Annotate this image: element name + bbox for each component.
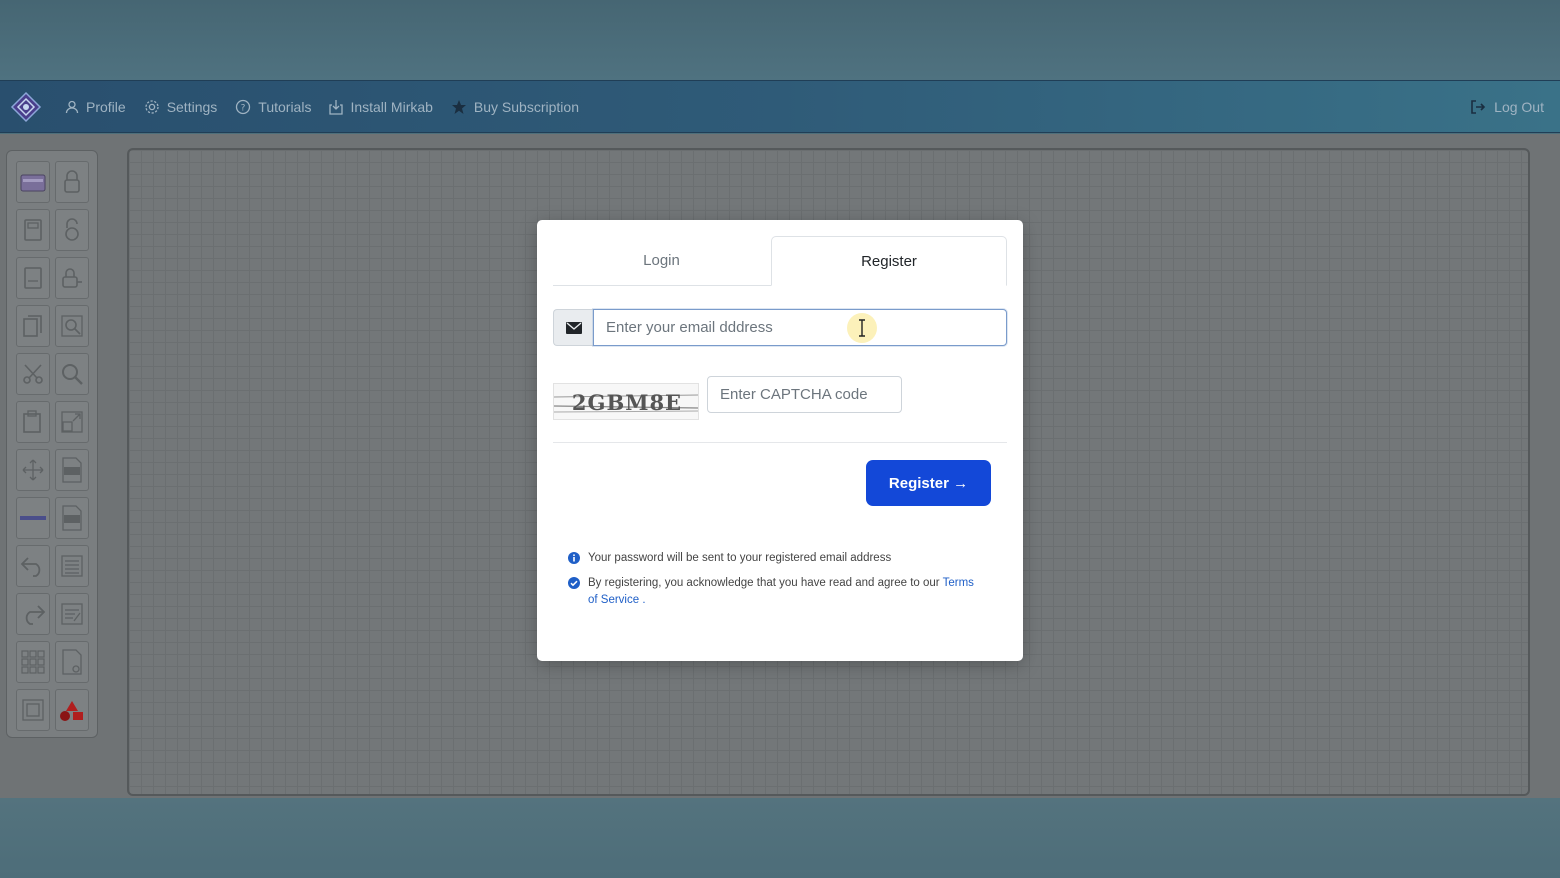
undo-icon bbox=[20, 557, 41, 577]
captcha-text: 2GBM8E bbox=[571, 390, 683, 415]
email-input-group bbox=[553, 309, 1007, 346]
tool-zoom[interactable] bbox=[55, 353, 89, 395]
question-circle-icon: ? bbox=[236, 99, 251, 114]
tool-resize[interactable] bbox=[55, 401, 89, 443]
nav-settings[interactable]: Settings bbox=[144, 98, 218, 115]
copy-icon bbox=[23, 315, 42, 337]
nav-profile[interactable]: Profile bbox=[65, 99, 126, 115]
nav-install[interactable]: Install Mirkab bbox=[329, 98, 433, 115]
logout-icon bbox=[1471, 99, 1486, 114]
redo-icon bbox=[25, 605, 46, 625]
tool-unlock[interactable] bbox=[55, 209, 89, 251]
auth-tabs: Login Register bbox=[553, 236, 1007, 286]
captcha-image: 2GBM8E bbox=[553, 383, 699, 420]
tool-document-settings[interactable] bbox=[55, 641, 89, 683]
terms-prefix: By registering, you acknowledge that you… bbox=[588, 577, 943, 589]
top-navbar: Profile Settings ? Tutorials Install Mir… bbox=[0, 80, 1560, 133]
line-icon bbox=[20, 516, 46, 520]
magnifier-icon bbox=[62, 364, 83, 385]
nav-buy-subscription[interactable]: Buy Subscription bbox=[451, 99, 579, 115]
tool-export-png[interactable] bbox=[55, 497, 89, 539]
document-gear-icon bbox=[62, 649, 82, 675]
lock-arrow-icon bbox=[62, 268, 82, 288]
tool-edit-text[interactable] bbox=[55, 593, 89, 635]
text-cursor-icon bbox=[859, 319, 865, 337]
svg-text:?: ? bbox=[241, 103, 246, 113]
resize-icon bbox=[61, 411, 83, 433]
nav-install-label: Install Mirkab bbox=[350, 98, 433, 115]
tool-frame[interactable] bbox=[16, 689, 50, 731]
svg-file-icon bbox=[62, 457, 82, 483]
frame-icon bbox=[22, 699, 44, 721]
save-icon bbox=[24, 219, 42, 241]
move-icon bbox=[22, 459, 44, 481]
grid-icon bbox=[21, 650, 45, 674]
nav-buy-subscription-label: Buy Subscription bbox=[473, 98, 579, 115]
app-logo[interactable] bbox=[9, 90, 43, 124]
tool-unlock-arrow[interactable] bbox=[55, 257, 89, 299]
nav-settings-label: Settings bbox=[166, 98, 218, 115]
zoom-area-icon bbox=[61, 315, 83, 337]
tool-lock[interactable] bbox=[55, 161, 89, 203]
logout-label: Log Out bbox=[1494, 98, 1544, 115]
check-circle-icon bbox=[568, 577, 580, 589]
register-button[interactable]: Register → bbox=[866, 460, 991, 506]
nav-tutorials-label: Tutorials bbox=[258, 98, 312, 115]
terms-note-text: By registering, you acknowledge that you… bbox=[588, 575, 983, 609]
install-icon bbox=[329, 99, 344, 115]
envelope-icon bbox=[565, 321, 582, 334]
align-icon bbox=[61, 555, 83, 577]
tool-save-as[interactable] bbox=[16, 257, 50, 299]
form-divider bbox=[553, 442, 1007, 443]
mouse-cursor-highlight bbox=[847, 313, 877, 343]
tool-grid[interactable] bbox=[16, 641, 50, 683]
lock-icon bbox=[64, 170, 80, 193]
star-icon bbox=[451, 99, 466, 114]
nav-profile-label: Profile bbox=[86, 98, 126, 115]
gear-icon bbox=[145, 99, 159, 114]
bottom-backdrop bbox=[0, 798, 1560, 878]
tool-redo[interactable] bbox=[16, 593, 50, 635]
tool-shapes[interactable] bbox=[55, 689, 89, 731]
password-note-text: Your password will be sent to your regis… bbox=[588, 552, 892, 564]
terms-note: By registering, you acknowledge that you… bbox=[568, 575, 983, 609]
tool-export-svg[interactable] bbox=[55, 449, 89, 491]
tool-line[interactable] bbox=[16, 497, 50, 539]
tool-open-folder[interactable] bbox=[16, 161, 50, 203]
save-as-icon bbox=[24, 267, 42, 289]
email-input[interactable] bbox=[593, 309, 1007, 346]
tab-register[interactable]: Register bbox=[771, 236, 1007, 286]
tool-palette bbox=[6, 150, 98, 738]
info-icon bbox=[568, 552, 580, 564]
register-modal: Login Register 2GBM8E Register → Your pa… bbox=[537, 220, 1023, 661]
tool-zoom-area[interactable] bbox=[55, 305, 89, 347]
tool-copy[interactable] bbox=[16, 305, 50, 347]
tool-move[interactable] bbox=[16, 449, 50, 491]
tool-paste[interactable] bbox=[16, 401, 50, 443]
png-file-icon bbox=[62, 505, 82, 531]
tool-save-document[interactable] bbox=[16, 209, 50, 251]
tool-cut[interactable] bbox=[16, 353, 50, 395]
terms-suffix: . bbox=[639, 594, 646, 606]
logout-button[interactable]: Log Out bbox=[1470, 99, 1544, 115]
edit-text-icon bbox=[61, 603, 83, 625]
tab-login[interactable]: Login bbox=[553, 236, 770, 285]
tool-undo[interactable] bbox=[16, 545, 50, 587]
email-addon bbox=[553, 309, 593, 346]
folder-icon bbox=[20, 174, 46, 192]
tool-align-text[interactable] bbox=[55, 545, 89, 587]
clipboard-icon bbox=[23, 410, 41, 433]
scissors-icon bbox=[23, 364, 43, 384]
padlock-icon bbox=[65, 218, 79, 241]
shapes-icon bbox=[60, 701, 83, 721]
password-note: Your password will be sent to your regis… bbox=[568, 550, 988, 567]
top-backdrop bbox=[0, 0, 1560, 80]
captcha-input[interactable] bbox=[707, 376, 902, 413]
nav-tutorials[interactable]: ? Tutorials bbox=[235, 99, 311, 115]
user-icon bbox=[65, 100, 79, 113]
